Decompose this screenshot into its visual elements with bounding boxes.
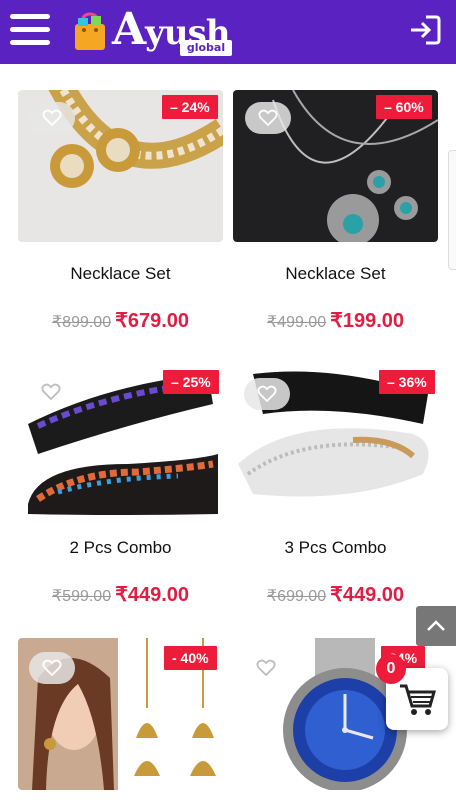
- sale-price: ₹199.00: [330, 310, 405, 332]
- login-icon[interactable]: [408, 14, 442, 46]
- hamburger-menu-icon[interactable]: [10, 12, 50, 48]
- product-name[interactable]: 2 Pcs Combo: [18, 538, 223, 558]
- wishlist-button[interactable]: [29, 652, 75, 684]
- chevron-up-icon: [427, 620, 445, 631]
- app-logo[interactable]: Ayush global: [72, 4, 232, 56]
- sale-price: ₹449.00: [330, 584, 405, 606]
- product-price: ₹899.00 ₹679.00: [18, 308, 223, 333]
- heart-outline-icon: [257, 385, 277, 403]
- product-price: ₹699.00 ₹449.00: [233, 582, 438, 607]
- app-header: Ayush global: [0, 0, 456, 64]
- original-price: ₹599.00: [51, 588, 112, 605]
- heart-outline-icon: [258, 109, 278, 127]
- heart-outline-icon: [256, 659, 276, 677]
- product-name[interactable]: 3 Pcs Combo: [233, 538, 438, 558]
- discount-badge: – 36%: [379, 370, 435, 394]
- wishlist-button[interactable]: [28, 376, 74, 408]
- original-price: ₹699.00: [266, 588, 327, 605]
- side-panel-handle[interactable]: [448, 150, 456, 270]
- wishlist-button[interactable]: [244, 378, 290, 410]
- wishlist-button[interactable]: [245, 102, 291, 134]
- discount-badge: – 24%: [162, 95, 218, 119]
- cart-count-badge: 0: [376, 654, 406, 684]
- product-name[interactable]: Necklace Set: [233, 264, 438, 284]
- product-price: ₹499.00 ₹199.00: [233, 308, 438, 333]
- logo-subtitle: global: [180, 40, 232, 56]
- sale-price: ₹449.00: [115, 584, 190, 606]
- shopping-bag-icon: [75, 12, 105, 50]
- product-name[interactable]: Necklace Set: [18, 264, 223, 284]
- discount-badge: – 60%: [376, 95, 432, 119]
- discount-badge: - 40%: [164, 646, 217, 670]
- product-price: ₹599.00 ₹449.00: [18, 582, 223, 607]
- discount-badge: – 25%: [163, 370, 219, 394]
- sale-price: ₹679.00: [115, 310, 190, 332]
- heart-outline-icon: [42, 109, 62, 127]
- wishlist-button[interactable]: [29, 102, 75, 134]
- wishlist-button[interactable]: [243, 652, 289, 684]
- scroll-top-button[interactable]: [416, 606, 456, 646]
- original-price: ₹499.00: [266, 314, 327, 331]
- heart-outline-icon: [41, 383, 61, 401]
- logo-initial: A: [112, 4, 146, 55]
- original-price: ₹899.00: [51, 314, 112, 331]
- heart-outline-icon: [42, 659, 62, 677]
